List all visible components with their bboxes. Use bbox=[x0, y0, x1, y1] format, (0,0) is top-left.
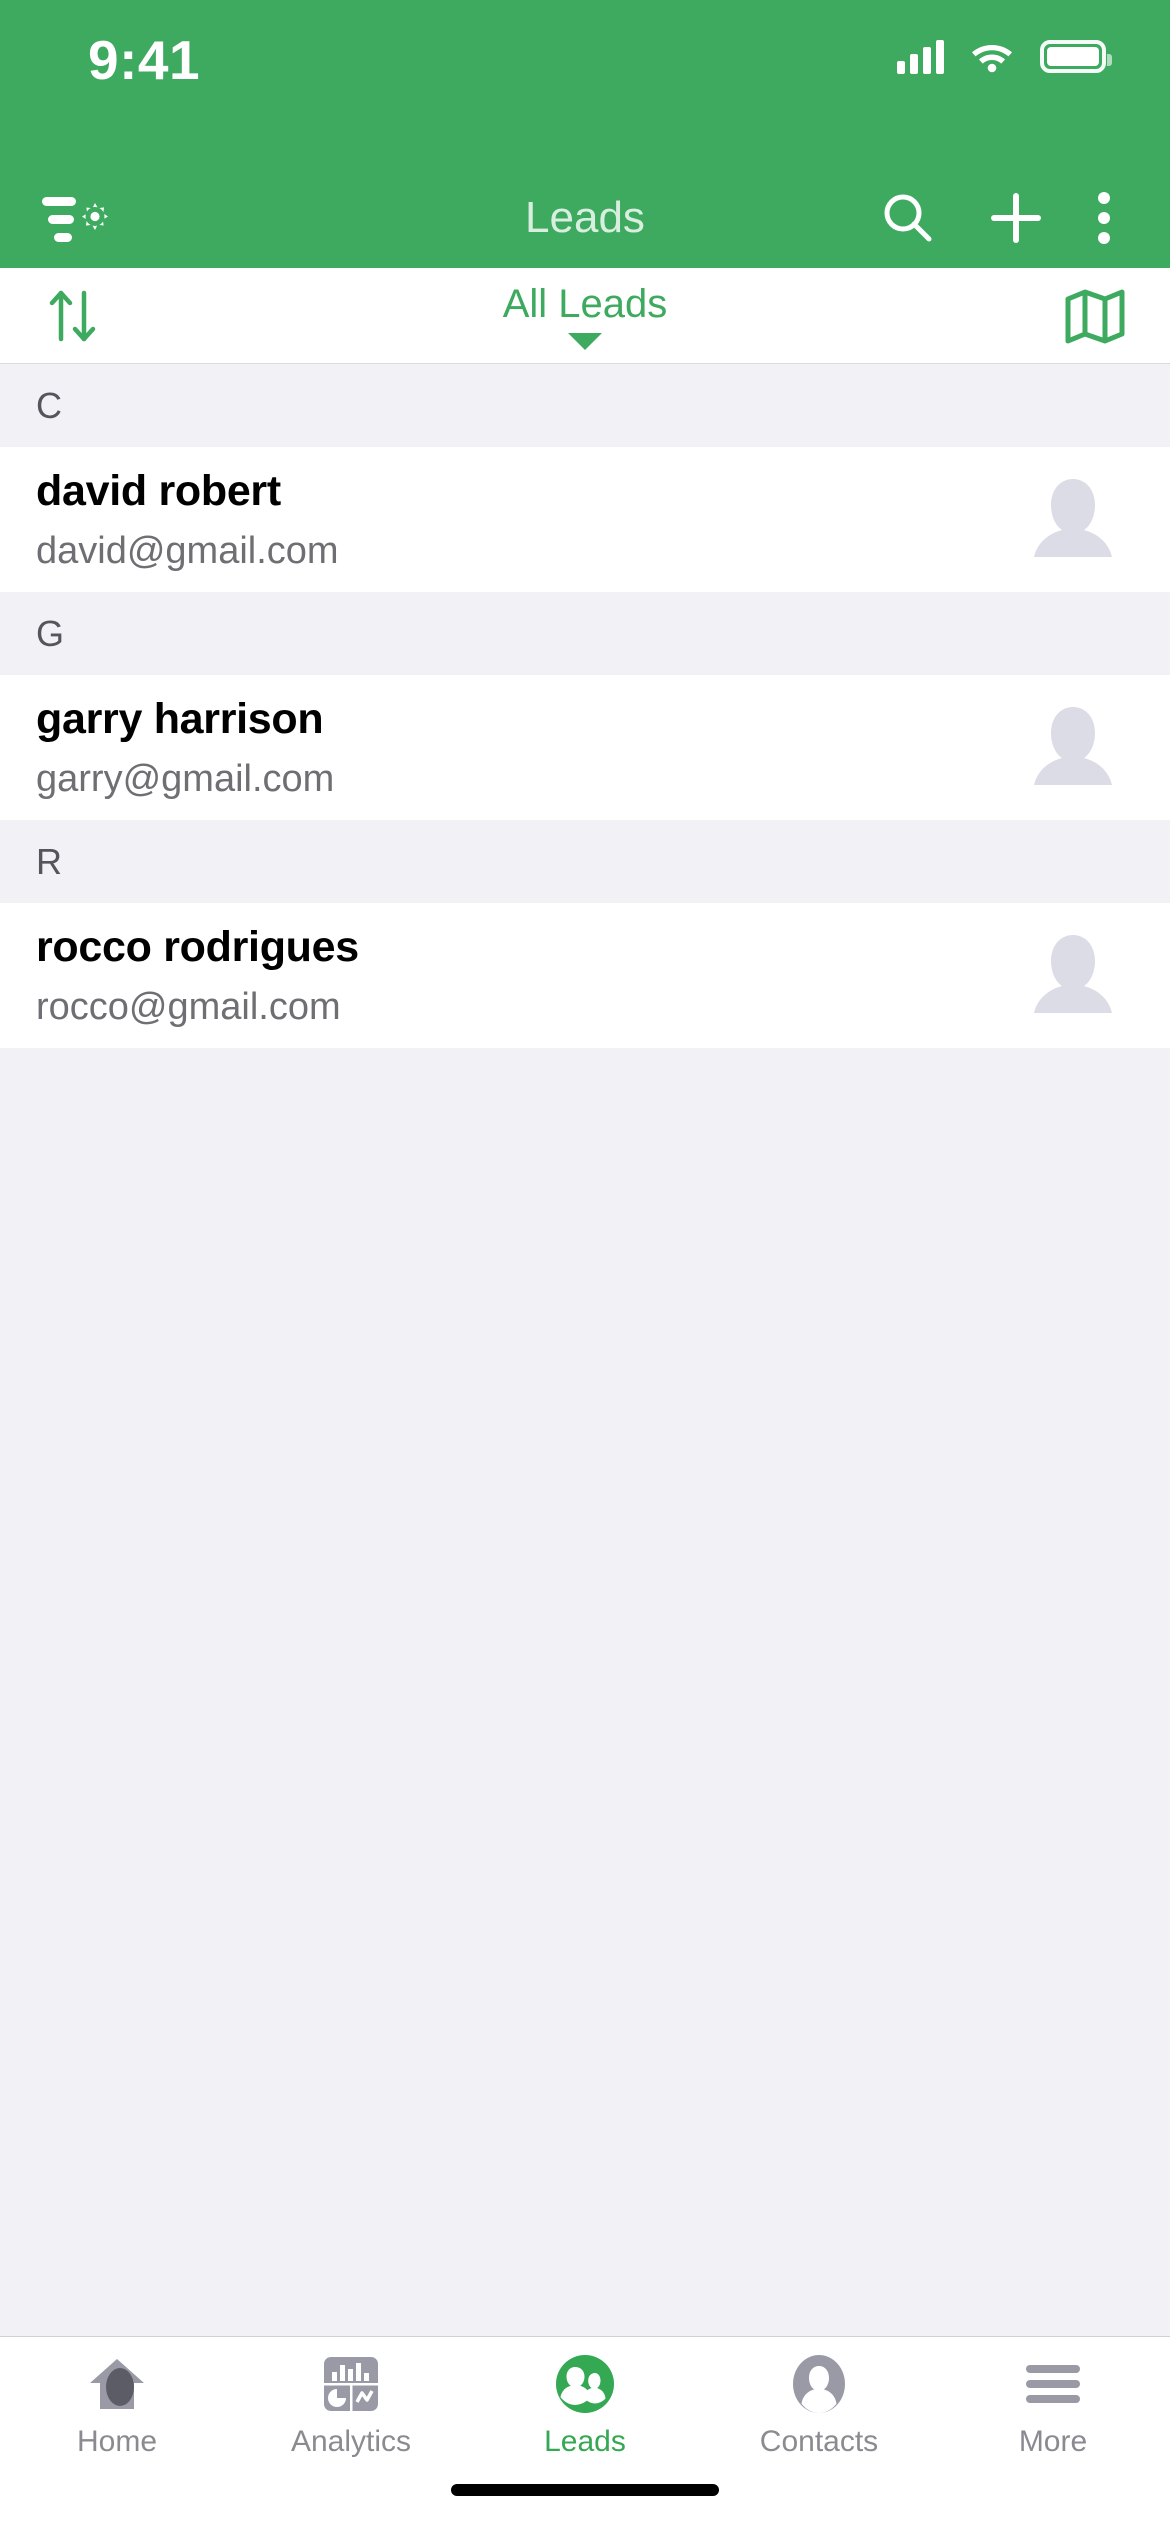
tab-leads[interactable]: Leads bbox=[468, 2353, 702, 2459]
bottom-tab-bar: Home Analytics Leads Contacts More bbox=[0, 2336, 1170, 2470]
lead-row[interactable]: garry harrison garry@gmail.com bbox=[0, 675, 1170, 820]
wifi-icon bbox=[972, 45, 1012, 73]
list-empty-space bbox=[0, 1048, 1170, 2336]
lead-name: rocco rodrigues bbox=[36, 922, 359, 971]
status-bar-time: 9:41 bbox=[88, 29, 201, 91]
tab-label: Contacts bbox=[759, 2425, 879, 2458]
section-header: R bbox=[0, 820, 1170, 903]
person-avatar bbox=[1018, 921, 1128, 1031]
section-header: C bbox=[0, 364, 1170, 447]
tab-label: Leads bbox=[544, 2425, 626, 2458]
map-icon[interactable] bbox=[1064, 287, 1126, 345]
tab-more[interactable]: More bbox=[936, 2353, 1170, 2459]
tab-label: Home bbox=[76, 2425, 158, 2458]
lead-row[interactable]: rocco rodrigues rocco@gmail.com bbox=[0, 903, 1170, 1048]
more-vertical-icon[interactable] bbox=[1094, 188, 1114, 248]
home-indicator-area bbox=[0, 2470, 1170, 2532]
tab-home[interactable]: Home bbox=[0, 2353, 234, 2459]
lead-row[interactable]: david robert david@gmail.com bbox=[0, 447, 1170, 592]
lead-email: rocco@gmail.com bbox=[36, 985, 341, 1028]
lead-email: david@gmail.com bbox=[36, 529, 339, 572]
home-indicator[interactable] bbox=[451, 2484, 719, 2496]
battery-icon bbox=[1040, 39, 1112, 73]
leads-icon bbox=[554, 2353, 616, 2415]
app-bar: Leads bbox=[0, 168, 1170, 268]
filter-settings-icon[interactable] bbox=[40, 187, 114, 249]
lead-email: garry@gmail.com bbox=[36, 757, 335, 800]
tab-contacts[interactable]: Contacts bbox=[702, 2353, 936, 2459]
chevron-down-icon bbox=[568, 332, 602, 350]
person-avatar bbox=[1018, 465, 1128, 575]
tab-label: More bbox=[1018, 2425, 1088, 2458]
view-filter-selector[interactable]: All Leads bbox=[0, 282, 1170, 350]
leads-list[interactable]: C david robert david@gmail.com G garry h… bbox=[0, 364, 1170, 2336]
filter-bar: All Leads bbox=[0, 268, 1170, 364]
tab-label: Analytics bbox=[290, 2425, 412, 2458]
analytics-icon bbox=[322, 2353, 380, 2415]
view-filter-label: All Leads bbox=[502, 281, 668, 326]
lead-name: david robert bbox=[36, 466, 281, 515]
section-header: G bbox=[0, 592, 1170, 675]
home-icon bbox=[86, 2353, 148, 2415]
app-screen: 9:41 Leads All Leads C david robert davi… bbox=[0, 0, 1170, 2532]
status-bar: 9:41 bbox=[0, 0, 1170, 168]
person-avatar bbox=[1018, 693, 1128, 803]
status-bar-indicators bbox=[897, 38, 1112, 74]
contacts-icon bbox=[788, 2353, 850, 2415]
cellular-signal-icon bbox=[897, 38, 944, 74]
search-icon[interactable] bbox=[878, 188, 938, 248]
lead-name: garry harrison bbox=[36, 694, 324, 743]
hamburger-menu-icon bbox=[1022, 2353, 1084, 2415]
plus-icon[interactable] bbox=[986, 188, 1046, 248]
tab-analytics[interactable]: Analytics bbox=[234, 2353, 468, 2459]
sort-arrows-icon[interactable] bbox=[44, 285, 102, 347]
